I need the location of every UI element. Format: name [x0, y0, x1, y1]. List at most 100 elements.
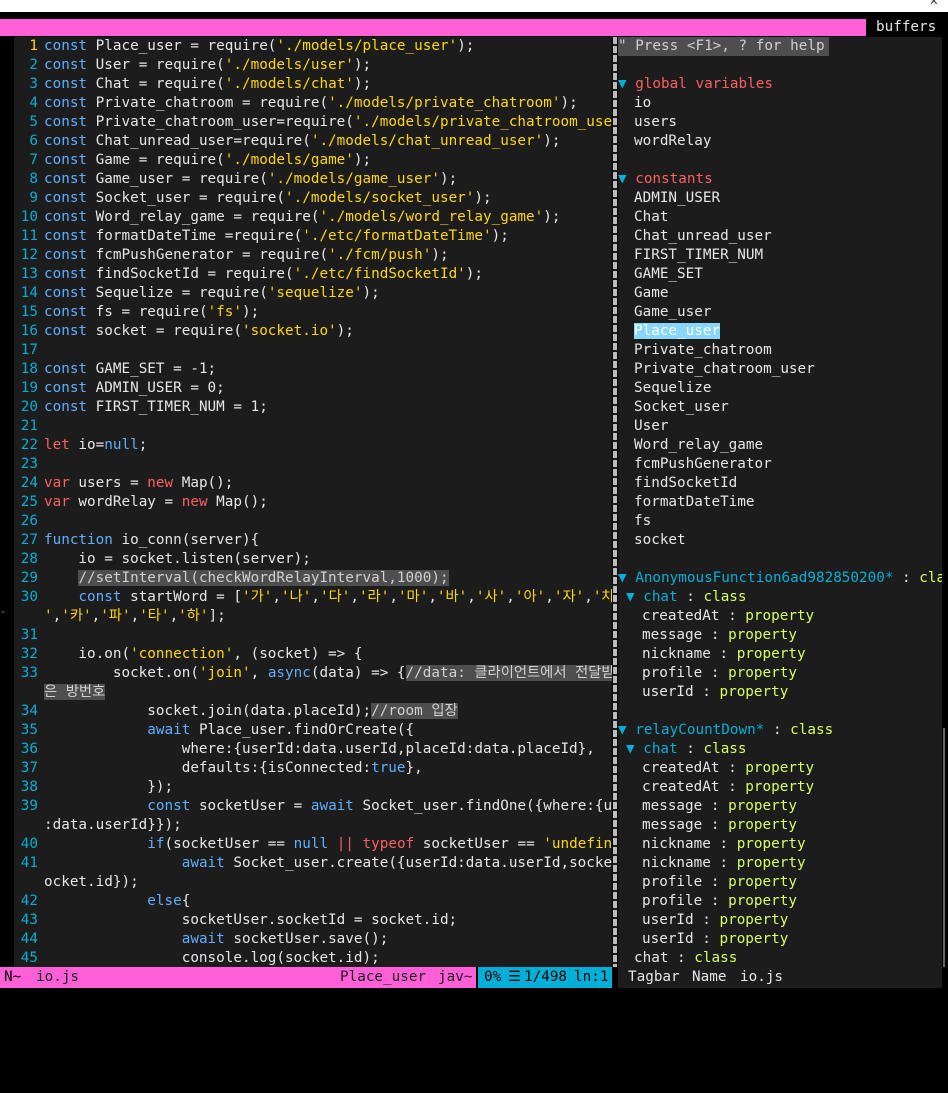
- code-line[interactable]: 34 socket.join(data.placeId);//room 입장: [14, 702, 612, 721]
- code-line[interactable]: 38 });: [14, 778, 612, 797]
- tagbar-item[interactable]: createdAt : property: [618, 607, 942, 626]
- code-line[interactable]: 21: [14, 417, 612, 436]
- code-line[interactable]: 44 await socketUser.save();: [14, 930, 612, 949]
- tagbar-item[interactable]: createdAt : property: [618, 759, 942, 778]
- tagbar-item[interactable]: ▼ chat : class: [618, 740, 942, 759]
- vertical-split-separator[interactable]: [613, 37, 617, 967]
- code-line[interactable]: 7 const Game = require('./models/game');: [14, 151, 612, 170]
- tagbar-item[interactable]: fcmPushGenerator: [618, 455, 942, 474]
- tagbar-sort[interactable]: Name: [692, 967, 726, 988]
- tagbar-item[interactable]: FIRST_TIMER_NUM: [618, 246, 942, 265]
- code-line[interactable]: 39 const socketUser = await Socket_user.…: [14, 797, 612, 816]
- code-line[interactable]: ','카','파','타','하'];: [14, 607, 612, 626]
- code-line[interactable]: 33 socket.on('join', async(data) => {//d…: [14, 664, 612, 683]
- close-icon[interactable]: ✕: [930, 0, 938, 8]
- code-line[interactable]: ocket.id});: [14, 873, 612, 892]
- code-line[interactable]: 13 const findSocketId = require('./etc/fi…: [14, 265, 612, 284]
- tagbar-pane[interactable]: " Press <F1>, ? for help ▼ global variabl…: [618, 37, 942, 967]
- tagbar-item[interactable]: Socket_user: [618, 398, 942, 417]
- tagbar-item[interactable]: ADMIN_USER: [618, 189, 942, 208]
- tagbar-item[interactable]: nickname : property: [618, 645, 942, 664]
- code-line[interactable]: 15 const fs = require('fs');: [14, 303, 612, 322]
- code-line[interactable]: 42 else{: [14, 892, 612, 911]
- code-line[interactable]: 25 var wordRelay = new Map();: [14, 493, 612, 512]
- code-line[interactable]: 19 const ADMIN_USER = 0;: [14, 379, 612, 398]
- tagbar-item[interactable]: socket: [618, 531, 942, 550]
- tagbar-item[interactable]: profile : property: [618, 664, 942, 683]
- tagbar-item[interactable]: formatDateTime: [618, 493, 942, 512]
- tagbar-item[interactable]: Chat_unread_user: [618, 227, 942, 246]
- tagbar-item[interactable]: Private_chatroom: [618, 341, 942, 360]
- code-line[interactable]: 45 console.log(socket.id);: [14, 949, 612, 967]
- code-line[interactable]: 3 const Chat = require('./models/chat');: [14, 75, 612, 94]
- tagbar-item[interactable]: Place_user: [618, 322, 942, 341]
- tagbar-item[interactable]: profile : property: [618, 892, 942, 911]
- code-line[interactable]: 36 where:{userId:data.userId,placeId:dat…: [14, 740, 612, 759]
- code-line[interactable]: 27 function io_conn(server){: [14, 531, 612, 550]
- code-line[interactable]: 24 var users = new Map();: [14, 474, 612, 493]
- tagbar-item[interactable]: Sequelize: [618, 379, 942, 398]
- tagbar-item[interactable]: userId : property: [618, 930, 942, 949]
- tagbar-item[interactable]: " Press <F1>, ? for help: [618, 37, 942, 56]
- code-line[interactable]: 22 let io=null;: [14, 436, 612, 455]
- tagbar-item[interactable]: io: [618, 94, 942, 113]
- code-line[interactable]: 2 const User = require('./models/user');: [14, 56, 612, 75]
- code-line[interactable]: 18 const GAME_SET = -1;: [14, 360, 612, 379]
- code-line[interactable]: 9 const Socket_user = require('./models/s…: [14, 189, 612, 208]
- tagbar-item[interactable]: nickname : property: [618, 835, 942, 854]
- tagbar-item[interactable]: findSocketId: [618, 474, 942, 493]
- tagbar-item[interactable]: ▼ chat : class: [618, 588, 942, 607]
- tagbar-item[interactable]: createdAt : property: [618, 778, 942, 797]
- tagbar-item[interactable]: [618, 151, 942, 170]
- code-line[interactable]: 32 io.on('connection', (socket) => {: [14, 645, 612, 664]
- tagbar-item[interactable]: message : property: [618, 626, 942, 645]
- tagbar-item[interactable]: fs: [618, 512, 942, 531]
- tagbar-item[interactable]: [618, 56, 942, 75]
- scrollbar[interactable]: [943, 728, 945, 968]
- code-line[interactable]: 은 방번호: [14, 683, 612, 702]
- code-line[interactable]: 6 const Chat_unread_user=require('./model…: [14, 132, 612, 151]
- tagbar-item[interactable]: nickname : property: [618, 854, 942, 873]
- code-line[interactable]: 28 io = socket.listen(server);: [14, 550, 612, 569]
- code-line[interactable]: :data.userId}});: [14, 816, 612, 835]
- code-line[interactable]: 23: [14, 455, 612, 474]
- code-line[interactable]: 26: [14, 512, 612, 531]
- code-line[interactable]: 30 const startWord = ['가','나','다','라','마…: [14, 588, 612, 607]
- tagbar-item[interactable]: Game: [618, 284, 942, 303]
- code-line[interactable]: 43 socketUser.socketId = socket.id;: [14, 911, 612, 930]
- tagbar-item[interactable]: [618, 702, 942, 721]
- code-line[interactable]: 1 const Place_user = require('./models/pl…: [14, 37, 612, 56]
- tagbar-item[interactable]: User: [618, 417, 942, 436]
- tagbar-item[interactable]: Private_chatroom_user: [618, 360, 942, 379]
- tagbar-item[interactable]: Word_relay_game: [618, 436, 942, 455]
- code-line[interactable]: 31: [14, 626, 612, 645]
- code-line[interactable]: 4 const Private_chatroom = require('./mod…: [14, 94, 612, 113]
- tagbar-item[interactable]: GAME_SET: [618, 265, 942, 284]
- code-line[interactable]: 8 const Game_user = require('./models/gam…: [14, 170, 612, 189]
- tagbar-item[interactable]: ▼ global variables: [618, 75, 942, 94]
- code-line[interactable]: 14 const Sequelize = require('sequelize')…: [14, 284, 612, 303]
- buffers-label[interactable]: buffers: [876, 17, 936, 37]
- code-editor-pane[interactable]: 1 const Place_user = require('./models/pl…: [14, 37, 612, 967]
- code-line[interactable]: 20 const FIRST_TIMER_NUM = 1;: [14, 398, 612, 417]
- tagbar-item[interactable]: message : property: [618, 797, 942, 816]
- code-line[interactable]: 35 await Place_user.findOrCreate({: [14, 721, 612, 740]
- tagbar-item[interactable]: profile : property: [618, 873, 942, 892]
- tagbar-item[interactable]: userId : property: [618, 683, 942, 702]
- tagbar-item[interactable]: ▼ relayCountDown* : class: [618, 721, 942, 740]
- tagbar-item[interactable]: wordRelay: [618, 132, 942, 151]
- tagbar-item[interactable]: users: [618, 113, 942, 132]
- tagbar-item[interactable]: Chat: [618, 208, 942, 227]
- code-line[interactable]: 10 const Word_relay_game = require('./mod…: [14, 208, 612, 227]
- code-line[interactable]: 41 await Socket_user.create({userId:data…: [14, 854, 612, 873]
- tagbar-item[interactable]: ▼ AnonymousFunction6ad982850200* : class: [618, 569, 942, 588]
- code-line[interactable]: 11 const formatDateTime =require('./etc/f…: [14, 227, 612, 246]
- code-line[interactable]: 5 const Private_chatroom_user=require('./…: [14, 113, 612, 132]
- tagbar-item[interactable]: Game_user: [618, 303, 942, 322]
- code-line[interactable]: 40 if(socketUser == null || typeof socke…: [14, 835, 612, 854]
- tagbar-item[interactable]: ▼ constants: [618, 170, 942, 189]
- tagbar-item[interactable]: [618, 550, 942, 569]
- code-line[interactable]: 17: [14, 341, 612, 360]
- code-line[interactable]: 37 defaults:{isConnected:true},: [14, 759, 612, 778]
- tagbar-item[interactable]: userId : property: [618, 911, 942, 930]
